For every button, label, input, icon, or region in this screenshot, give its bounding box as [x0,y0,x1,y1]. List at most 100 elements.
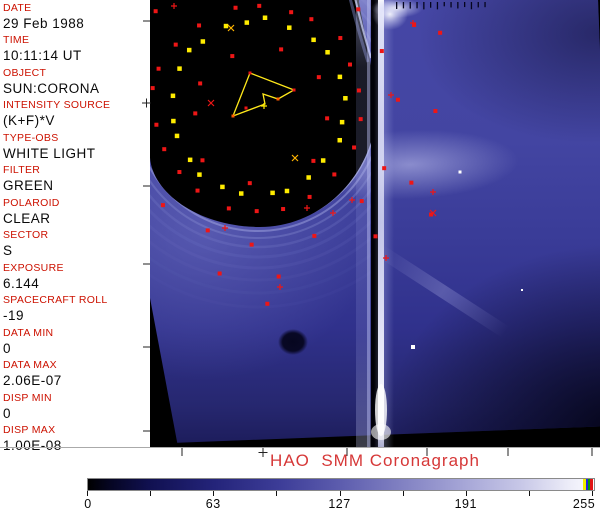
edge-fiducial-tick [477,2,479,8]
fiducial-dot [187,157,193,163]
fiducial-dot [352,145,357,150]
fiducial-dot [281,207,286,212]
metadata-field: SPACECRAFT ROLL -19 [3,294,149,324]
fiducial-dot [160,203,165,208]
fiducial-dot [257,3,262,8]
fiducial-dot [173,42,178,47]
colorbar-tick [402,491,404,496]
fiducial-dot [244,20,250,25]
fiducial-dot [270,190,275,196]
metadata-field: DISP MAX 1.00E-08 [3,424,149,454]
metadata-field: FILTER GREEN [3,164,149,194]
fiducial-dot [356,88,361,93]
fiducial-dot [337,137,343,143]
fiducial-dot [226,206,231,211]
field-value: S [3,243,13,259]
field-label: SECTOR [3,229,49,242]
fiducial-dot [247,181,252,186]
field-value: 29 Feb 1988 [3,16,85,31]
field-label: EXPOSURE [3,261,64,274]
field-value: -19 [3,308,25,324]
fiducial-dot [249,242,254,247]
field-label: FILTER [3,164,41,177]
colorbar-tick [276,491,278,496]
field-label: TYPE-OBS [3,131,59,144]
star-dot [411,345,415,349]
fiducial-dot [343,96,348,101]
fiducial-dot [220,184,225,190]
field-value: SUN:CORONA [3,80,100,96]
edge-fiducial-tick [423,2,425,10]
plus-marker [277,284,283,290]
fiducial-dot [409,180,414,185]
colorbar-tick-label: 0 [84,497,92,511]
occulting-disk [150,0,377,228]
colorbar-tick [592,491,593,496]
fiducial-dot [223,23,229,29]
colorbar-tick-label: 255 [572,497,596,511]
fiducial-dot [205,228,210,233]
edge-fiducial-tick [484,2,486,8]
fiducial-dot [238,191,244,196]
fiducial-dot [311,158,316,163]
field-label: DATA MIN [3,326,54,339]
colorbar-tick-label: 191 [454,497,477,511]
polygon-vertex-dot [244,106,248,110]
fiducial-dot [197,23,202,28]
fiducial-dot [325,50,330,55]
metadata-field: DATE 29 Feb 1988 [3,2,149,32]
fiducial-dot [284,188,290,194]
edge-fiducial-tick [470,2,473,10]
colorbar-tick [213,491,215,496]
metadata-field: TYPE-OBS WHITE LIGHT [3,132,149,162]
fiducial-dot [307,194,312,199]
metadata-field: TIME 10:11:14 UT [3,34,149,64]
field-label: DATE [3,2,32,14]
fiducial-dot [193,111,198,116]
image-title: HAO SMM Coronagraph [270,451,480,470]
fiducial-dot [332,172,337,177]
metadata-field: EXPOSURE 6.144 [3,262,149,292]
fiducial-dot [382,166,387,171]
fiducial-dot [217,271,222,276]
field-label: DISP MIN [3,391,52,404]
image-overlay-graphics [150,0,523,447]
fiducial-dot [177,170,182,175]
fiducial-dot [171,118,176,124]
metadata-field: DISP MIN 0 [3,392,149,422]
field-label: POLAROID [3,196,60,209]
fiducial-dot [200,39,206,44]
colorbar-tick [150,491,152,496]
edge-fiducial-tick [464,2,466,8]
field-label: INTENSITY SOURCE [3,99,111,112]
field-label: DATA MAX [3,359,57,372]
colorbar-tick [87,491,88,496]
metadata-field: SECTOR S [3,229,149,259]
colorbar-axis: 0 63 127 191 255 [84,491,596,511]
star-dot [458,170,462,174]
fiducial-dot [338,36,343,41]
star-dot [521,289,523,291]
fiducial-dot [311,37,316,43]
frame-baseline [0,447,600,448]
field-value: 10:11:14 UT [3,48,82,64]
field-value: WHITE LIGHT [3,145,96,161]
field-label: OBJECT [3,66,47,79]
field-label: DISP MAX [3,423,56,436]
fiducial-dot [347,62,352,67]
intensity-colorbar [87,478,595,491]
metadata-field: DATA MIN 0 [3,327,149,357]
edge-fiducial-tick [409,2,411,9]
fiducial-dot [162,147,167,152]
edge-fiducial-tick [416,2,418,9]
fiducial-dot [358,117,363,122]
fiducial-dot [395,97,400,102]
coronagraph-viewer-window: DATE 29 Feb 1988 TIME 10:11:14 UT OBJECT SUN:… [0,0,600,512]
plus-marker [430,189,436,195]
polygon-vertex-dot [231,114,235,118]
edge-fiducial-tick [402,2,405,9]
fiducial-dot [287,25,292,30]
film-corner [150,298,178,447]
fiducial-dot [438,30,443,35]
fiducial-dot [153,9,158,14]
